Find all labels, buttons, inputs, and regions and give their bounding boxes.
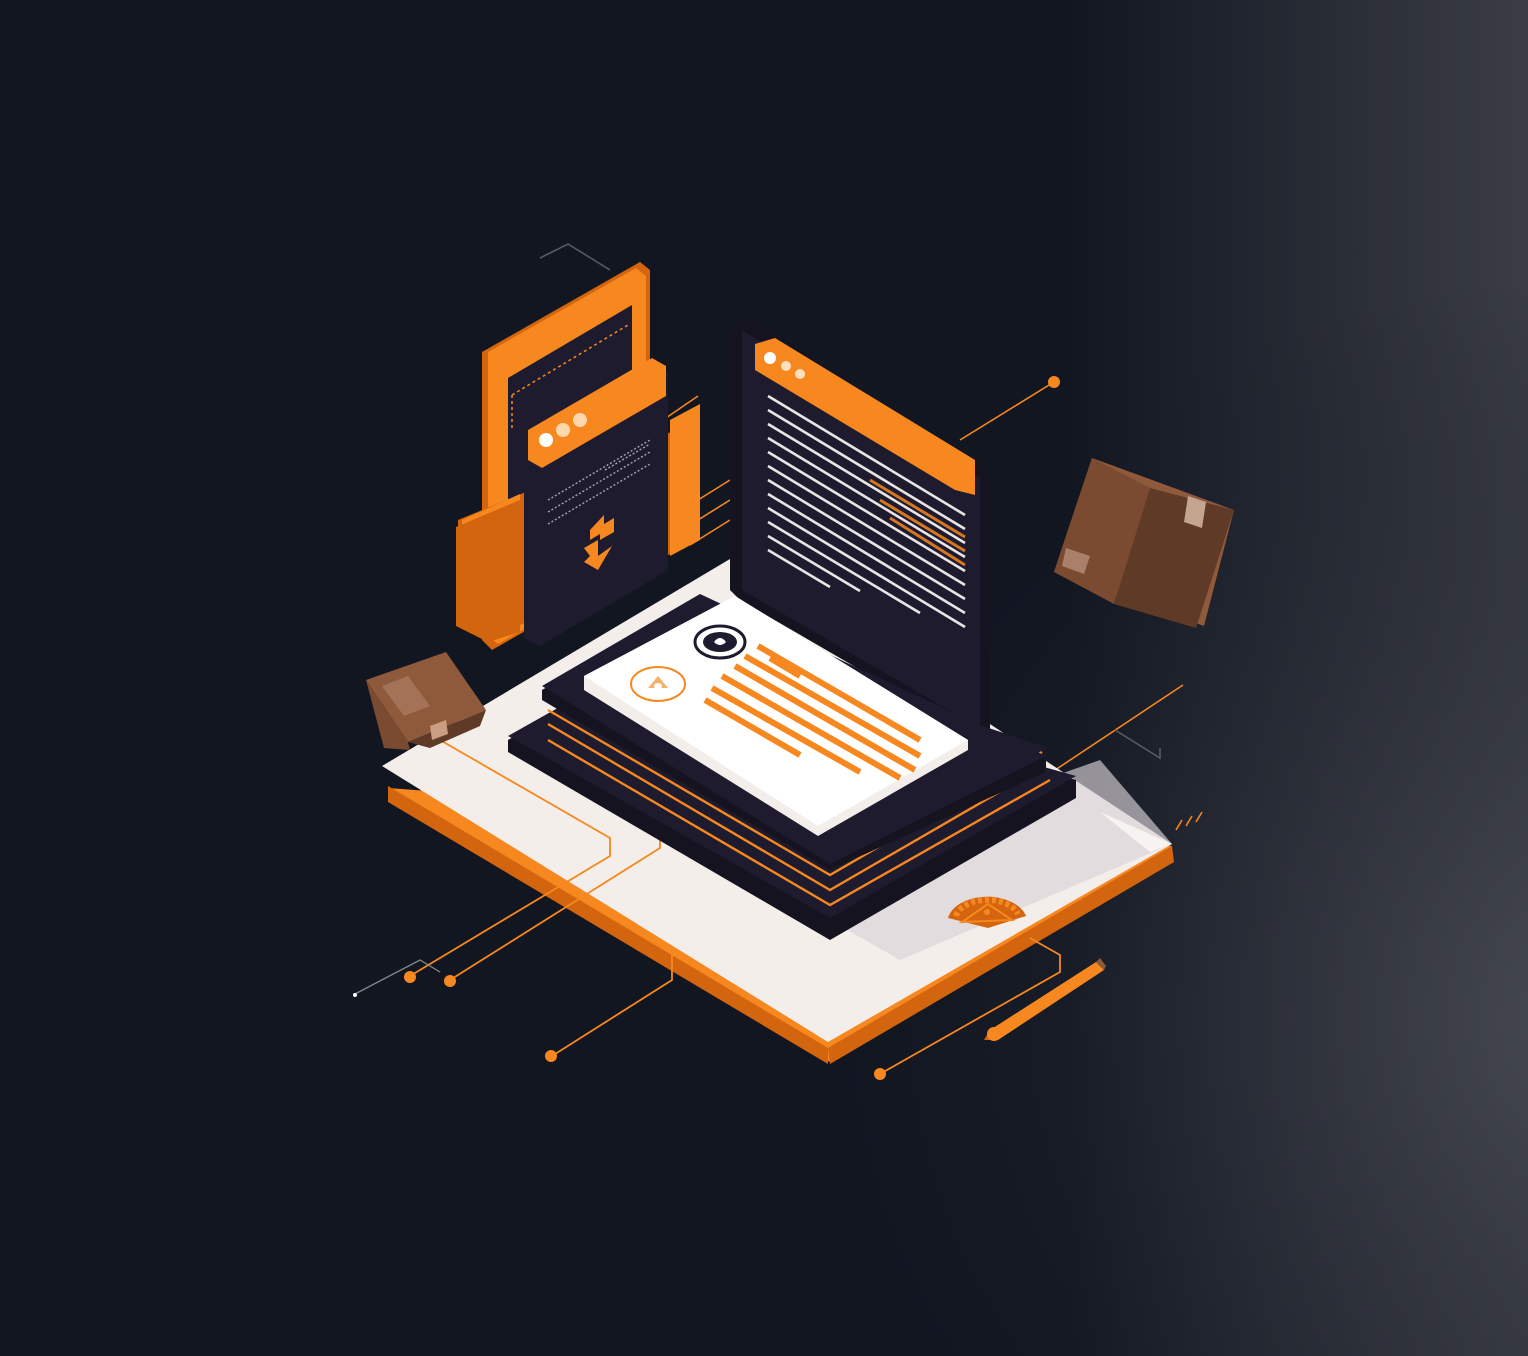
- illustration-scene: [0, 0, 1528, 1356]
- pencil-icon: [984, 958, 1106, 1041]
- dash-marks: [1175, 811, 1203, 831]
- file-folder: [456, 262, 700, 650]
- package-box-icon: [1054, 458, 1234, 628]
- shield-icon: [693, 624, 747, 660]
- isometric-artwork: [353, 243, 1234, 1080]
